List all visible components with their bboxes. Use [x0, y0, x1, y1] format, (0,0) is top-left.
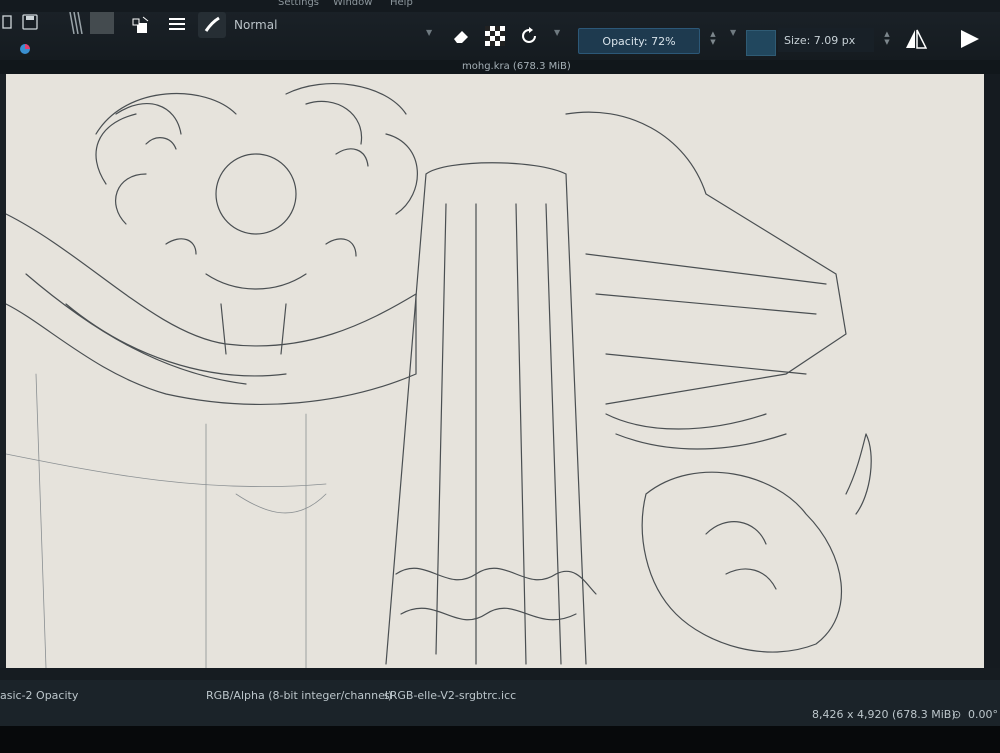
swap-colors-icon[interactable]	[130, 14, 152, 36]
monitor-bezel	[0, 726, 1000, 753]
drawing-canvas[interactable]	[6, 74, 984, 668]
tool-options-bar: Normal ▼ ▼ Opacity: 72% ▲ ▼ ▼ Size: 7.09 …	[0, 12, 1000, 60]
opacity-stepper[interactable]: ▲ ▼	[708, 30, 718, 46]
size-stepper[interactable]: ▲ ▼	[882, 30, 892, 46]
status-color-model: RGB/Alpha (8-bit integer/channel)	[206, 689, 393, 702]
krita-logo-icon	[14, 40, 36, 58]
new-document-icon[interactable]	[0, 12, 14, 32]
status-bar: asic-2 Opacity RGB/Alpha (8-bit integer/…	[0, 680, 1000, 726]
pattern-icon[interactable]	[90, 12, 114, 34]
rotation-reset-icon[interactable]: ⊙	[952, 708, 961, 721]
menu-bar: Settings Window Help	[0, 0, 1000, 12]
status-image-size: 8,426 x 4,920 (678.3 MiB)	[812, 708, 956, 721]
mirror-horizontal-icon[interactable]	[904, 26, 928, 52]
mirror-vertical-icon[interactable]	[956, 26, 984, 52]
save-icon[interactable]	[20, 12, 40, 32]
status-color-profile: sRGB-elle-V2-srgbtrc.icc	[384, 689, 517, 702]
brush-size-slider[interactable]: Size: 7.09 px	[778, 28, 874, 52]
blend-mode-select[interactable]: Normal	[234, 18, 277, 32]
status-brush-preset: asic-2 Opacity	[0, 689, 79, 702]
sketch-figure	[641, 471, 842, 653]
opacity-chevron-icon[interactable]: ▼	[730, 28, 736, 37]
brush-preset-icon[interactable]	[198, 12, 226, 38]
blend-mode-chevron-icon[interactable]: ▼	[426, 28, 432, 37]
sketch-drape	[6, 213, 417, 406]
status-rotation[interactable]: 0.00°	[968, 708, 998, 721]
preset-list-icon[interactable]	[166, 14, 188, 36]
alpha-lock-icon[interactable]	[482, 24, 508, 48]
reload-preset-icon[interactable]	[516, 24, 542, 48]
horizontal-scrollbar[interactable]	[0, 668, 1000, 680]
color-swatch[interactable]	[746, 30, 776, 56]
menu-help[interactable]: Help	[390, 0, 413, 8]
menu-settings[interactable]: Settings	[278, 0, 319, 8]
vertical-scrollbar[interactable]	[984, 74, 1000, 670]
sketch-artwork	[6, 83, 872, 668]
sketch-pillar	[385, 162, 587, 665]
gradient-icon[interactable]	[66, 12, 86, 34]
preset-chevron-icon[interactable]: ▼	[554, 28, 560, 37]
sketch-ornament	[565, 111, 847, 405]
document-title: mohg.kra (678.3 MiB)	[462, 61, 571, 72]
opacity-slider[interactable]: Opacity: 72%	[578, 28, 700, 54]
eraser-icon[interactable]	[448, 24, 474, 48]
menu-window[interactable]: Window	[333, 0, 372, 8]
document-title-bar: mohg.kra (678.3 MiB)	[0, 60, 1000, 74]
sketch-lion-head	[95, 83, 418, 355]
canvas-area[interactable]	[0, 74, 1000, 670]
